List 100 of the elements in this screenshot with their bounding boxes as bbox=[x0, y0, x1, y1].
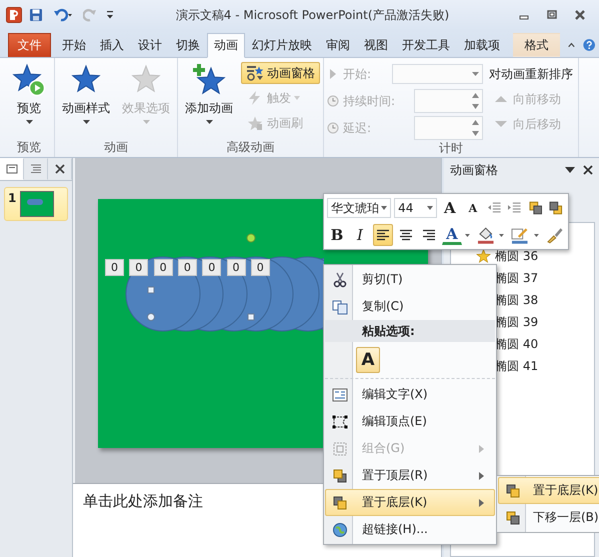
caret-icon bbox=[294, 96, 300, 100]
grow-font-button[interactable]: A bbox=[440, 197, 460, 219]
caret-icon bbox=[26, 120, 32, 124]
field-label: 持续时间: bbox=[343, 92, 396, 110]
send-backward-icon bbox=[505, 510, 521, 526]
ribbon-tab[interactable]: 加载项 bbox=[456, 33, 507, 57]
pane-menu-icon[interactable] bbox=[565, 167, 575, 173]
close-icon[interactable] bbox=[583, 165, 593, 175]
clock-icon bbox=[327, 95, 339, 107]
indent-icon[interactable] bbox=[508, 202, 522, 214]
outline-pen-icon[interactable] bbox=[511, 226, 529, 244]
ribbon-tab[interactable]: 插入 bbox=[92, 33, 131, 57]
slides-icon bbox=[6, 164, 18, 174]
slide-thumbnail[interactable]: 1 bbox=[4, 187, 68, 221]
send-backward-icon[interactable] bbox=[549, 201, 563, 215]
ribbon-tab[interactable]: 幻灯片放映 bbox=[244, 33, 319, 57]
animation-order-tag: 0 bbox=[202, 259, 222, 276]
group-label: 动画 bbox=[103, 139, 129, 156]
menu-section-header: 粘贴选项: bbox=[325, 320, 495, 342]
redo-icon bbox=[83, 8, 97, 22]
font-field[interactable]: 华文琥珀 bbox=[327, 198, 392, 218]
caret-icon[interactable] bbox=[465, 234, 470, 236]
edit-points-icon bbox=[332, 414, 348, 430]
outline-icon bbox=[30, 164, 42, 174]
slide-number: 1 bbox=[8, 191, 16, 205]
menu-item[interactable]: 复制(C) bbox=[325, 293, 495, 320]
ribbon-tab[interactable]: 视图 bbox=[356, 33, 395, 57]
text-box-icon bbox=[332, 386, 348, 402]
send-to-back-icon bbox=[332, 494, 348, 510]
caret-icon bbox=[206, 120, 212, 124]
animation-item[interactable]: 椭圆 36 bbox=[495, 248, 538, 264]
animation-order-tag: 0 bbox=[226, 259, 246, 276]
caret-icon bbox=[381, 206, 388, 210]
star-plus-icon bbox=[192, 63, 226, 97]
ribbon-tab[interactable]: 切换 bbox=[168, 33, 207, 57]
caret-icon bbox=[472, 72, 479, 76]
submenu-arrow-icon bbox=[479, 444, 484, 452]
font-size-field[interactable]: 44 bbox=[394, 198, 437, 218]
menu-item[interactable]: 剪切(T) bbox=[325, 266, 495, 293]
animation-order-tag: 0 bbox=[250, 259, 270, 276]
field-label: 延迟: bbox=[343, 120, 372, 136]
collapse-ribbon-icon[interactable] bbox=[568, 41, 575, 49]
bold-button[interactable]: B bbox=[327, 224, 347, 246]
ribbon-button[interactable]: 预览 bbox=[7, 60, 51, 127]
send-to-back-icon bbox=[505, 482, 521, 498]
field-label: 开始: bbox=[343, 66, 372, 82]
format-painter-icon[interactable] bbox=[546, 226, 564, 244]
file-tab[interactable]: 文件 bbox=[8, 33, 51, 57]
ribbon-tab[interactable]: 审阅 bbox=[318, 33, 357, 57]
star-icon bbox=[476, 248, 491, 264]
outdent-icon[interactable] bbox=[488, 202, 502, 214]
caret-icon[interactable] bbox=[499, 234, 504, 236]
menu-item[interactable]: 编辑顶点(E) bbox=[325, 408, 495, 435]
caret-icon bbox=[426, 206, 433, 210]
customize-toolbar-icon[interactable] bbox=[106, 10, 114, 20]
spin-arrows-icon bbox=[472, 118, 479, 138]
ribbon-tab[interactable]: 格式 bbox=[512, 33, 560, 57]
app-logo-icon[interactable] bbox=[6, 7, 22, 23]
slides-tab[interactable] bbox=[0, 158, 24, 180]
ribbon-tab[interactable]: 开发工具 bbox=[394, 33, 457, 57]
close-icon bbox=[574, 10, 586, 20]
ribbon-tab[interactable]: 开始 bbox=[54, 33, 93, 57]
submenu-arrow-icon bbox=[479, 498, 484, 506]
ribbon-button[interactable]: 添加动画 bbox=[181, 60, 237, 127]
ribbon-tab[interactable]: 动画 bbox=[206, 33, 245, 58]
bring-to-front-icon bbox=[332, 468, 348, 484]
ribbon-tab[interactable]: 设计 bbox=[130, 33, 169, 57]
menu-item[interactable]: 置于底层(K) bbox=[498, 477, 599, 504]
ribbon-button[interactable]: 动画窗格 bbox=[241, 62, 320, 84]
group-label: 计时 bbox=[438, 140, 464, 157]
slide-preview-drawing bbox=[20, 191, 54, 217]
window-title: 演示文稿4 - Microsoft PowerPoint(产品激活失败) bbox=[174, 6, 450, 24]
caret-icon[interactable] bbox=[534, 234, 539, 236]
animation-order-tag: 0 bbox=[178, 259, 197, 276]
copy-icon bbox=[332, 298, 348, 314]
menu-item[interactable]: 下移一层(B) bbox=[498, 504, 599, 531]
pane-title: 动画窗格 bbox=[450, 162, 499, 178]
menu-item[interactable]: 编辑文字(X) bbox=[325, 381, 495, 408]
undo-icon bbox=[53, 8, 73, 22]
section-heading: 对动画重新排序 bbox=[488, 66, 574, 83]
help-icon[interactable] bbox=[582, 36, 595, 54]
fill-bucket-icon[interactable] bbox=[476, 226, 494, 244]
close-icon bbox=[55, 164, 65, 174]
submenu-arrow-icon bbox=[479, 472, 484, 480]
restore-icon bbox=[547, 10, 557, 20]
caret-icon bbox=[142, 120, 150, 124]
animation-order-tag: 0 bbox=[129, 259, 148, 276]
italic-button[interactable]: I bbox=[350, 224, 370, 246]
align-left-button[interactable] bbox=[373, 224, 393, 246]
globe-icon bbox=[332, 522, 348, 538]
scissors-icon bbox=[332, 272, 348, 288]
shrink-font-button[interactable]: A bbox=[462, 197, 483, 219]
ribbon-button[interactable]: 动画样式 bbox=[58, 60, 114, 127]
caret-icon bbox=[82, 120, 90, 124]
paste-option-button[interactable]: A bbox=[356, 347, 380, 373]
bring-forward-icon[interactable] bbox=[528, 201, 542, 215]
clock-icon bbox=[327, 122, 339, 134]
font-color-button[interactable]: A bbox=[442, 225, 462, 245]
align-right-icon bbox=[422, 229, 436, 241]
menu-item[interactable]: 置于底层(K) bbox=[325, 489, 495, 516]
